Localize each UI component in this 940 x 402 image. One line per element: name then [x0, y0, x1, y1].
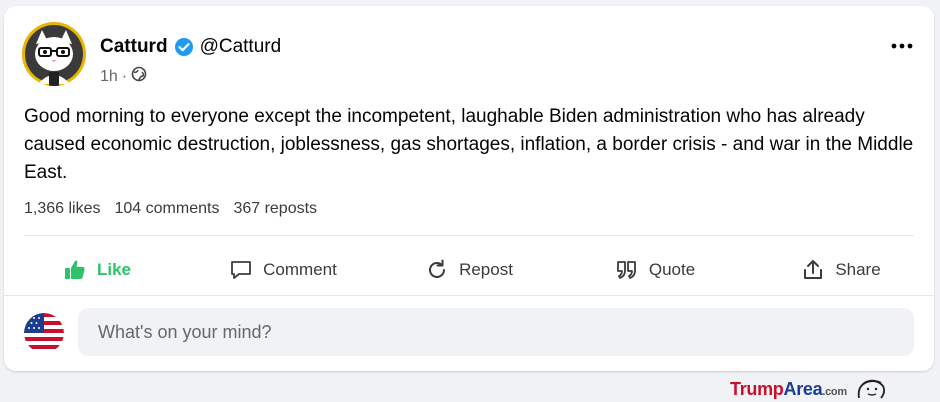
author-avatar[interactable]	[22, 22, 86, 86]
share-label: Share	[835, 260, 881, 279]
post-card: Catturd @Catturd 1h · Good morning to ev…	[4, 6, 934, 371]
composer-divider	[4, 295, 934, 296]
quote-icon	[616, 261, 636, 279]
share-button[interactable]: Share	[748, 244, 934, 296]
likes-count[interactable]: 1,366 likes	[24, 200, 101, 218]
watermark-part2: Area	[783, 378, 823, 399]
post-timestamp[interactable]: 1h	[100, 68, 118, 86]
more-options-icon[interactable]	[888, 38, 916, 54]
watermark-part3: .com	[822, 385, 847, 398]
globe-icon	[131, 66, 147, 87]
comment-button[interactable]: Comment	[190, 244, 376, 296]
stats-divider	[24, 235, 914, 236]
comment-label: Comment	[263, 260, 337, 279]
author-row: Catturd @Catturd	[100, 36, 281, 58]
like-button[interactable]: Like	[4, 244, 190, 296]
share-icon	[804, 260, 823, 279]
repost-label: Repost	[459, 260, 513, 279]
meta-separator: ·	[121, 67, 128, 85]
comments-count[interactable]: 104 comments	[115, 200, 220, 218]
author-name[interactable]: Catturd	[100, 36, 168, 58]
thumbs-up-icon	[64, 260, 85, 279]
action-bar: Like Comment Repost Quote Share	[4, 244, 934, 296]
comment-icon	[231, 261, 252, 279]
author-handle[interactable]: @Catturd	[200, 36, 282, 58]
post-body: Good morning to everyone except the inco…	[24, 106, 914, 183]
post-header: Catturd @Catturd 1h ·	[22, 22, 922, 86]
reposts-count[interactable]: 367 reposts	[233, 200, 317, 218]
repost-button[interactable]: Repost	[376, 244, 562, 296]
watermark-text: TrumpArea.com	[730, 379, 847, 400]
flag-avatar	[24, 313, 64, 353]
quote-button[interactable]: Quote	[562, 244, 748, 296]
watermark: TrumpArea.com	[730, 378, 889, 400]
composer-input[interactable]	[78, 308, 914, 356]
like-label: Like	[96, 260, 132, 279]
watermark-face-icon	[857, 379, 885, 399]
repost-icon	[429, 259, 446, 278]
quote-label: Quote	[648, 260, 696, 279]
watermark-part1: Trump	[730, 378, 784, 399]
verified-badge-icon	[174, 37, 194, 57]
post-stats: 1,366 likes 104 comments 367 reposts	[24, 200, 317, 218]
post-meta: 1h ·	[100, 66, 147, 87]
